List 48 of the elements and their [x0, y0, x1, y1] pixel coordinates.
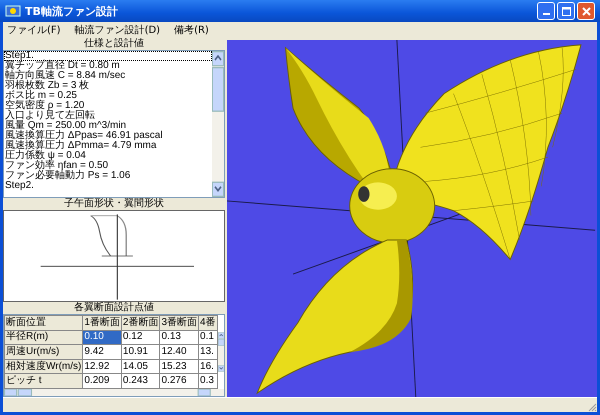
- row-header: 半径R(m): [4, 330, 83, 345]
- window-title: TB軸流ファン設計: [25, 4, 118, 18]
- table-cell[interactable]: 9.42: [82, 344, 122, 360]
- resize-grip-icon: [587, 402, 597, 412]
- spec-line[interactable]: 圧力係数 ψ = 0.04: [4, 151, 212, 161]
- menu-item[interactable]: ファイル(F): [7, 23, 61, 37]
- menu-item[interactable]: 備考(R): [174, 23, 209, 37]
- row-header: 周速Ur(m/s): [4, 344, 83, 360]
- table-cell[interactable]: 0.13: [160, 330, 199, 345]
- column-header: 断面位置: [4, 316, 83, 330]
- column-header: 2番断面: [121, 316, 160, 330]
- close-icon: [582, 6, 590, 16]
- minimize-button[interactable]: [537, 2, 555, 20]
- row-header: 相対速度Wr(m/s): [4, 359, 83, 374]
- table-cell[interactable]: 0.1: [198, 330, 218, 345]
- table-cell[interactable]: 13.: [198, 344, 218, 360]
- spec-line[interactable]: 軸方向風速 C = 8.84 m/sec: [4, 71, 212, 81]
- spec-line[interactable]: ファン必要軸動力 Ps = 1.06: [4, 171, 212, 181]
- spec-line[interactable]: 羽根枚数 Zb = 3 枚: [4, 81, 212, 91]
- vertical-scrollbar[interactable]: [212, 51, 224, 197]
- spec-line[interactable]: Step2.: [4, 181, 212, 191]
- maximize-button[interactable]: [557, 2, 575, 20]
- table-cell[interactable]: 12.92: [82, 359, 122, 374]
- table-cell[interactable]: 0.10: [82, 330, 122, 345]
- table-cell[interactable]: 15.23: [160, 359, 199, 374]
- spec-line[interactable]: 風量 Qm = 250.00 m^3/min: [4, 121, 212, 131]
- horizontal-scrollbar[interactable]: [4, 389, 224, 396]
- table-cell[interactable]: 10.91: [121, 344, 160, 360]
- close-button[interactable]: [577, 2, 595, 20]
- row-header: ピッチ t: [4, 374, 83, 388]
- menu-item[interactable]: 軸流ファン設計(D): [74, 23, 160, 37]
- spec-line[interactable]: ファン効率 ηfan = 0.50: [4, 161, 212, 171]
- table-cell[interactable]: 0.12: [121, 330, 160, 345]
- table-cell[interactable]: 14.05: [121, 359, 160, 374]
- spec-line[interactable]: 風速換算圧力 ΔPmma= 4.79 mma: [4, 141, 212, 151]
- column-header: 1番断面: [82, 316, 122, 330]
- column-header: 4番: [198, 316, 218, 330]
- spec-line[interactable]: 入口より見て左回転: [4, 111, 212, 121]
- spec-line[interactable]: Step1.: [4, 51, 212, 61]
- spec-line[interactable]: ボス比 m = 0.25: [4, 91, 212, 101]
- app-icon: [5, 4, 21, 18]
- table-cell[interactable]: 12.40: [160, 344, 199, 360]
- column-header: 3番断面: [160, 316, 199, 330]
- minimize-icon: [542, 13, 550, 15]
- spec-line[interactable]: 空気密度 ρ = 1.20: [4, 101, 212, 111]
- maximize-icon: [562, 6, 570, 16]
- spec-line[interactable]: 風速換算圧力 ΔPpas= 46.91 pascal: [4, 131, 212, 141]
- table-cell[interactable]: 16.: [198, 359, 218, 374]
